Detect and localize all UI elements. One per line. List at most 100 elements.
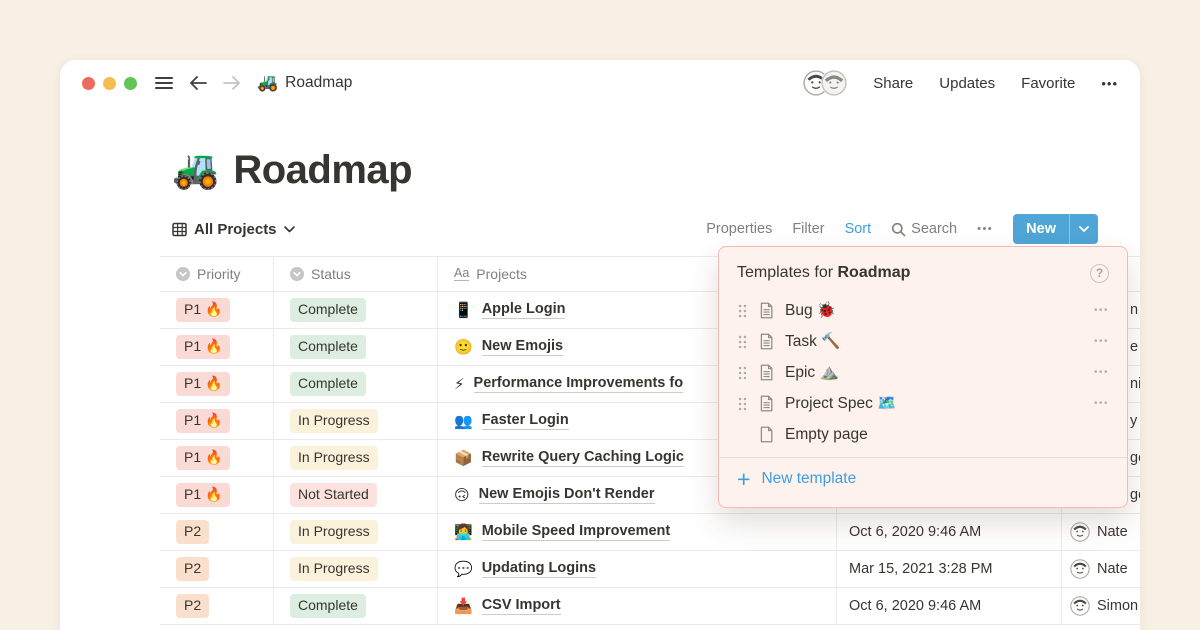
minimize-window-icon[interactable] <box>103 76 116 90</box>
date-value: Oct 6, 2020 9:46 AM <box>849 598 982 614</box>
top-navbar: 🚜 Roadmap Share Updates Favorite ••• <box>60 60 1140 106</box>
page-icon <box>758 395 775 412</box>
sort-button[interactable]: Sort <box>845 221 872 237</box>
project-cell[interactable]: 👩‍💻 Mobile Speed Improvement <box>438 514 837 550</box>
clipped-text-fragment: ge <box>1130 450 1140 466</box>
header-priority[interactable]: Priority <box>160 257 274 291</box>
priority-tag: P2 <box>176 520 210 544</box>
project-title[interactable]: Rewrite Query Caching Logic <box>481 449 684 467</box>
project-emoji-icon: 📥 <box>454 598 473 615</box>
project-title[interactable]: Performance Improvements fo <box>473 375 684 393</box>
template-label: Task 🔨 <box>785 333 841 350</box>
template-item[interactable]: Bug 🐞 ••• <box>737 295 1109 326</box>
project-title[interactable]: New Emojis <box>481 338 564 356</box>
drag-handle-icon[interactable] <box>737 365 748 381</box>
item-more-icon[interactable]: ••• <box>1094 305 1109 316</box>
window-controls <box>82 76 137 90</box>
template-item[interactable]: Epic ⛰️ ••• <box>737 357 1109 388</box>
project-title[interactable]: CSV Import <box>481 597 561 615</box>
new-button[interactable]: New <box>1013 214 1098 244</box>
chevron-down-icon <box>283 225 295 232</box>
clipped-text-fragment: ni <box>1130 376 1140 392</box>
template-item[interactable]: Project Spec 🗺️ ••• <box>737 388 1109 419</box>
new-button-label[interactable]: New <box>1013 214 1069 244</box>
drag-handle-icon[interactable] <box>737 303 748 319</box>
share-button[interactable]: Share <box>873 75 913 92</box>
template-item-empty-page[interactable]: Empty page <box>737 419 1109 450</box>
project-emoji-icon: 🙂 <box>454 339 473 356</box>
project-emoji-icon: 📦 <box>454 450 473 467</box>
view-name: All Projects <box>194 220 277 238</box>
priority-tag: P1 🔥 <box>176 372 231 396</box>
app-window: 🚜 Roadmap Share Updates Favorite ••• 🚜 R… <box>60 60 1140 630</box>
date-value: Oct 6, 2020 9:46 AM <box>849 524 982 540</box>
template-item[interactable]: Task 🔨 ••• <box>737 326 1109 357</box>
favorite-button[interactable]: Favorite <box>1021 75 1075 92</box>
item-more-icon[interactable]: ••• <box>1094 398 1109 409</box>
project-title[interactable]: Apple Login <box>481 301 566 319</box>
clipped-text-fragment: ge <box>1130 487 1140 503</box>
template-label: Empty page <box>785 425 868 443</box>
template-list: Bug 🐞 ••• Task 🔨 ••• Epic ⛰️ ••• Project… <box>737 295 1109 419</box>
collaborator-avatars[interactable] <box>803 70 848 96</box>
header-status[interactable]: Status <box>274 257 438 291</box>
project-title[interactable]: New Emojis Don't Render <box>478 486 655 504</box>
properties-button[interactable]: Properties <box>706 221 772 237</box>
status-tag: Complete <box>290 594 366 618</box>
updates-button[interactable]: Updates <box>939 75 995 92</box>
priority-tag: P1 🔥 <box>176 409 231 433</box>
drag-handle-icon[interactable] <box>737 396 748 412</box>
project-emoji-icon: 💬 <box>454 561 473 578</box>
priority-tag: P1 🔥 <box>176 483 231 507</box>
new-template-label: New template <box>761 470 857 487</box>
table-row[interactable]: P2 In Progress 👩‍💻 Mobile Speed Improveme… <box>160 514 1140 551</box>
table-row[interactable]: P2 Complete 📥 CSV Import Oct 6, 2020 9:46… <box>160 588 1140 625</box>
select-property-icon <box>290 267 304 281</box>
page-title: Roadmap <box>233 147 413 192</box>
title-property-icon: Aa <box>454 265 470 282</box>
avatar <box>1070 596 1090 616</box>
status-tag: In Progress <box>290 409 378 433</box>
avatar <box>1070 522 1090 542</box>
sidebar-toggle-icon[interactable] <box>155 76 173 90</box>
breadcrumb-title: Roadmap <box>285 74 353 91</box>
forward-arrow-icon[interactable] <box>223 76 241 90</box>
avatar <box>1070 559 1090 579</box>
table-view-icon <box>172 222 187 236</box>
filter-button[interactable]: Filter <box>792 221 824 237</box>
project-emoji-icon: 👩‍💻 <box>454 524 473 541</box>
item-more-icon[interactable]: ••• <box>1094 367 1109 378</box>
view-switcher[interactable]: All Projects <box>172 221 295 238</box>
help-icon[interactable]: ? <box>1090 263 1109 283</box>
project-emoji-icon: ⚡ <box>454 376 465 393</box>
close-window-icon[interactable] <box>82 76 95 90</box>
header-label: Status <box>311 266 351 282</box>
header-label: Projects <box>476 266 527 282</box>
drag-handle-icon[interactable] <box>737 334 748 350</box>
page-icon <box>758 364 775 381</box>
search-button[interactable]: Search <box>891 221 957 237</box>
priority-tag: P2 <box>176 557 210 581</box>
chevron-down-icon[interactable] <box>1070 214 1098 244</box>
page-emoji-icon[interactable]: 🚜 <box>172 151 219 189</box>
divider <box>719 457 1127 458</box>
project-cell[interactable]: 💬 Updating Logins <box>438 551 837 587</box>
status-tag: In Progress <box>290 446 378 470</box>
view-more-icon[interactable]: ••• <box>977 223 993 235</box>
header-label: Priority <box>197 266 241 282</box>
page-header: 🚜 Roadmap <box>172 142 1140 198</box>
project-title[interactable]: Mobile Speed Improvement <box>481 523 671 541</box>
new-template-button[interactable]: + New template <box>737 461 1109 497</box>
item-more-icon[interactable]: ••• <box>1094 336 1109 347</box>
project-cell[interactable]: 📥 CSV Import <box>438 588 837 624</box>
breadcrumb[interactable]: 🚜 Roadmap <box>257 73 352 93</box>
clipped-text-fragment: n Z <box>1130 302 1140 318</box>
more-menu-icon[interactable]: ••• <box>1101 76 1118 91</box>
zoom-window-icon[interactable] <box>124 76 137 90</box>
project-title[interactable]: Faster Login <box>481 412 569 430</box>
table-row[interactable]: P2 In Progress 💬 Updating Logins Mar 15, … <box>160 551 1140 588</box>
project-title[interactable]: Updating Logins <box>481 560 597 578</box>
back-arrow-icon[interactable] <box>189 76 207 90</box>
clipped-text-fragment: y <box>1130 413 1138 429</box>
person-name: Simon <box>1097 598 1139 614</box>
